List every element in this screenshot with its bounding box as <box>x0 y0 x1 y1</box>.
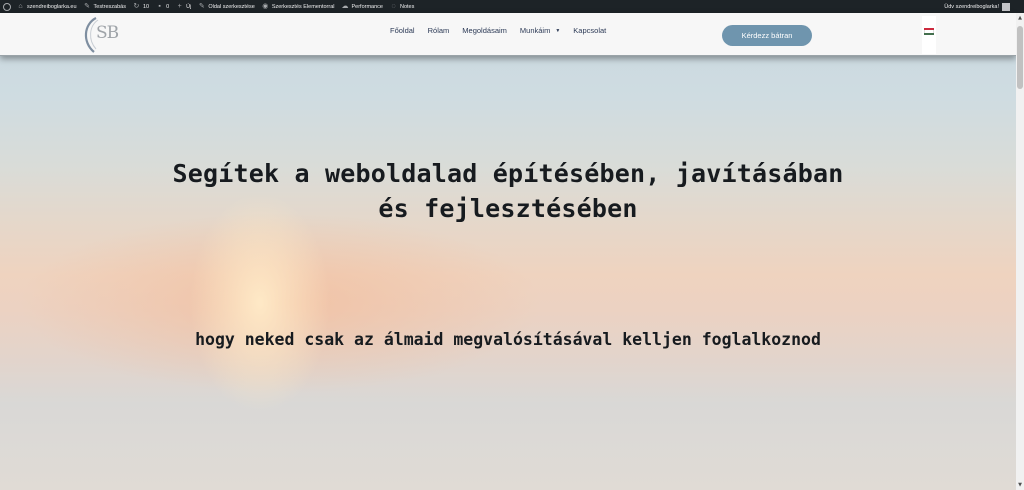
avatar <box>1002 2 1010 11</box>
nav-item-about[interactable]: Rólam <box>428 26 450 35</box>
new-label: Új <box>186 3 192 10</box>
scroll-up-icon[interactable]: ▲ <box>1016 15 1024 21</box>
notes-label: Notes <box>399 3 415 10</box>
hungarian-flag-icon <box>924 28 934 35</box>
brush-icon: ✎ <box>84 3 90 10</box>
admin-updates[interactable]: ↻ 10 <box>133 3 150 10</box>
scroll-thumb[interactable] <box>1017 26 1023 89</box>
nav-item-solutions[interactable]: Megoldásaim <box>462 26 507 35</box>
admin-notes[interactable]: ◌ Notes <box>390 3 414 10</box>
flag-stripe-green <box>924 32 934 35</box>
language-switcher[interactable] <box>922 16 936 54</box>
main-nav: Főoldal Rólam Megoldásaim Munkáim ▼ Kapc… <box>390 26 606 35</box>
scroll-down-icon[interactable]: ▼ <box>1016 482 1024 488</box>
wordpress-logo-icon[interactable] <box>3 2 11 11</box>
comment-icon: ▪ <box>158 3 161 10</box>
notes-icon: ◌ <box>391 3 396 10</box>
ask-button[interactable]: Kérdezz bátran <box>722 25 812 46</box>
performance-label: Performance <box>351 3 383 10</box>
nav-item-works[interactable]: Munkáim ▼ <box>520 26 560 35</box>
admin-edit-page[interactable]: ✎ Oldal szerkesztése <box>198 3 255 10</box>
updates-icon: ↻ <box>133 3 140 10</box>
site-header: SB Főoldal Rólam Megoldásaim Munkáim ▼ K… <box>0 13 1016 56</box>
elementor-icon: ◉ <box>262 3 269 10</box>
admin-customize[interactable]: ✎ Testreszabás <box>84 3 126 10</box>
site-name-label: szendreiboglarka.eu <box>27 3 77 10</box>
nav-item-works-label: Munkáim <box>519 26 551 35</box>
admin-bar: ⌂ szendreiboglarka.eu ✎ Testreszabás ↻ 1… <box>0 0 1024 13</box>
greeting-label: Üdv szendreiboglarka! <box>944 3 999 10</box>
hero-headline: Segítek a weboldalad építésében, javítás… <box>172 159 844 223</box>
updates-count: 10 <box>142 3 150 10</box>
admin-comments[interactable]: ▪ 0 <box>156 3 169 10</box>
edit-elementor-label: Szerkesztés Elementorral <box>271 3 335 10</box>
admin-new[interactable]: + Új <box>176 3 192 10</box>
page-scrollbar[interactable]: ▲ ▼ <box>1016 13 1024 490</box>
nav-item-home[interactable]: Főoldal <box>390 26 415 35</box>
hero-background <box>0 13 1016 490</box>
admin-edit-elementor[interactable]: ◉ Szerkesztés Elementorral <box>262 3 335 10</box>
nav-item-contact[interactable]: Kapcsolat <box>573 26 606 35</box>
comments-count: 0 <box>166 3 170 10</box>
admin-performance[interactable]: ☁ Performance <box>341 3 383 10</box>
admin-account[interactable]: Üdv szendreiboglarka! <box>944 0 1010 13</box>
admin-site-name[interactable]: ⌂ szendreiboglarka.eu <box>17 3 77 10</box>
customize-label: Testreszabás <box>93 3 126 10</box>
pencil-icon: ✎ <box>198 3 205 10</box>
performance-icon: ☁ <box>341 3 349 10</box>
home-icon: ⌂ <box>18 3 23 10</box>
hero-subline: hogy neked csak az álmaid megvalósításáv… <box>195 330 821 349</box>
logo-text[interactable]: SB <box>96 23 119 43</box>
plus-icon: + <box>177 3 182 10</box>
edit-page-label: Oldal szerkesztése <box>208 3 255 10</box>
chevron-down-icon: ▼ <box>555 27 561 34</box>
